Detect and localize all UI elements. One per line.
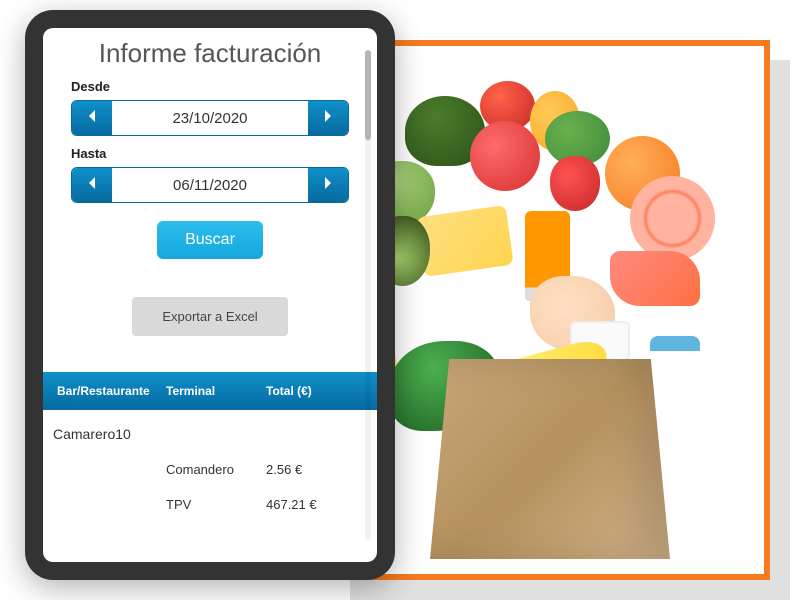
- hasta-date-value[interactable]: 06/11/2020: [112, 168, 308, 202]
- app-screen: Informe facturación Desde 23/10/2020 Has…: [43, 28, 377, 562]
- table-header-row: Bar/Restaurante Terminal Total (€): [43, 372, 377, 410]
- export-excel-button[interactable]: Exportar a Excel: [132, 297, 287, 336]
- desde-date-value[interactable]: 23/10/2020: [112, 101, 308, 135]
- scrollbar-track[interactable]: [365, 50, 371, 540]
- decorative-food-frame: [330, 40, 770, 580]
- hasta-date-picker: 06/11/2020: [71, 167, 349, 203]
- header-bar-restaurante: Bar/Restaurante: [51, 384, 166, 398]
- hasta-prev-button[interactable]: [72, 168, 112, 202]
- chevron-right-icon: [323, 176, 333, 194]
- food-illustration: [351, 61, 749, 559]
- filter-form: Desde 23/10/2020 Hasta 06/11/2020: [43, 77, 377, 336]
- desde-label: Desde: [71, 79, 349, 94]
- table-row: TPV 467.21 €: [43, 487, 377, 522]
- cell-total: 2.56 €: [266, 462, 369, 477]
- chevron-right-icon: [323, 109, 333, 127]
- header-terminal: Terminal: [166, 384, 266, 398]
- chevron-left-icon: [87, 109, 97, 127]
- desde-date-picker: 23/10/2020: [71, 100, 349, 136]
- table-row: Comandero 2.56 €: [43, 452, 377, 487]
- scrollbar-thumb[interactable]: [365, 50, 371, 140]
- cell-total: 467.21 €: [266, 497, 369, 512]
- results-table: Bar/Restaurante Terminal Total (€) Camar…: [43, 372, 377, 562]
- cell-terminal: Comandero: [166, 462, 266, 477]
- tablet-device-frame: Informe facturación Desde 23/10/2020 Has…: [25, 10, 395, 580]
- desde-prev-button[interactable]: [72, 101, 112, 135]
- page-title: Informe facturación: [43, 28, 377, 77]
- hasta-label: Hasta: [71, 146, 349, 161]
- header-total: Total (€): [266, 384, 369, 398]
- cell-terminal: TPV: [166, 497, 266, 512]
- chevron-left-icon: [87, 176, 97, 194]
- table-body: Camarero10 Comandero 2.56 € TPV 467.21 €: [43, 410, 377, 522]
- search-button[interactable]: Buscar: [157, 221, 263, 259]
- desde-next-button[interactable]: [308, 101, 348, 135]
- hasta-next-button[interactable]: [308, 168, 348, 202]
- table-group-row: Camarero10: [43, 410, 377, 452]
